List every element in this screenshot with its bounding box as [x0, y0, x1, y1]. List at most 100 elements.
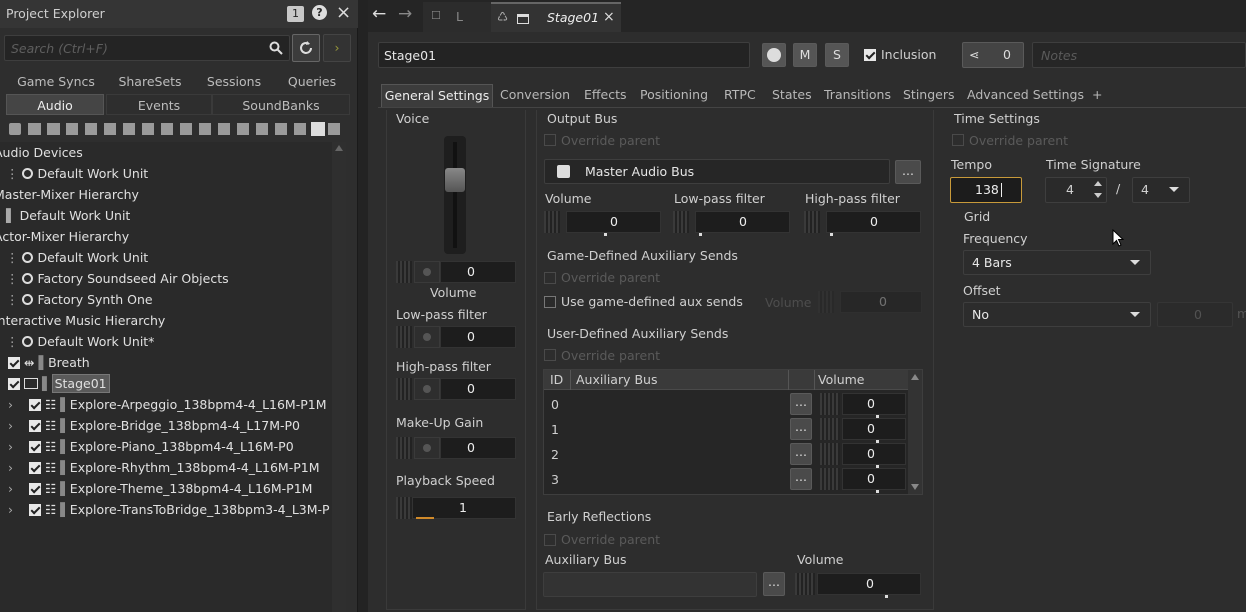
color-button[interactable]: [762, 43, 786, 67]
doc-tab-stage01[interactable]: ♺ Stage01 ×: [491, 2, 621, 32]
tab-positioning[interactable]: Positioning: [640, 84, 708, 108]
use-game-aux-checkbox[interactable]: [544, 296, 556, 308]
tree-item-actor-mixer[interactable]: Actor-Mixer Hierarchy: [0, 226, 129, 247]
makeup-gain-value[interactable]: 0: [440, 437, 516, 459]
game-aux-volume-slider[interactable]: 0: [818, 289, 922, 315]
row-volume-value[interactable]: 0: [842, 468, 906, 490]
tree-item-default-work-unit[interactable]: ▌ Default Work Unit: [6, 205, 130, 226]
voice-highpass-slider[interactable]: 0: [396, 376, 516, 402]
row-browse-button[interactable]: ...: [790, 443, 812, 465]
tree-item-default-work-unit[interactable]: ⋮ Default Work Unit*: [6, 331, 154, 352]
tab-states[interactable]: States: [772, 84, 812, 108]
output-volume-slider[interactable]: 0: [544, 209, 661, 236]
tree-item-default-work-unit[interactable]: ⋮ Default Work Unit: [6, 247, 148, 268]
tab-soundbanks[interactable]: SoundBanks: [212, 94, 350, 115]
row-volume-slider[interactable]: 0: [820, 441, 906, 468]
game-aux-override-checkbox[interactable]: [544, 272, 556, 284]
early-reflections-override-checkbox[interactable]: [544, 534, 556, 546]
row-volume-slider[interactable]: 0: [820, 391, 906, 418]
close-icon[interactable]: ×: [336, 2, 351, 23]
early-volume-slider[interactable]: 0: [795, 571, 921, 598]
output-bus-override-checkbox[interactable]: [544, 134, 556, 146]
tab-general-settings[interactable]: General Settings: [381, 84, 493, 108]
time-sig-numerator[interactable]: 4: [1045, 177, 1107, 203]
tab-sessions[interactable]: Sessions: [194, 71, 274, 92]
segment-checkbox[interactable]: [28, 483, 41, 495]
segment-checkbox[interactable]: [28, 441, 41, 453]
object-name-field[interactable]: Stage01: [378, 42, 750, 68]
tree-item-segment[interactable]: › ☷ ▌Explore-TransToBridge_138bpm3-4_L3M…: [8, 499, 330, 520]
user-aux-override-checkbox[interactable]: [544, 349, 556, 361]
voice-volume-slider[interactable]: 0: [396, 259, 516, 285]
sync-button[interactable]: [292, 34, 320, 62]
fader-handle[interactable]: [445, 168, 465, 192]
table-scrollbar[interactable]: [908, 370, 922, 494]
offset-dropdown[interactable]: No: [963, 302, 1151, 327]
voice-volume-fader[interactable]: [444, 136, 466, 254]
tab-add[interactable]: +: [1092, 84, 1102, 108]
table-row[interactable]: 3 ... 0: [544, 466, 908, 493]
output-bus-browse-button[interactable]: ...: [895, 160, 921, 184]
tab-stingers[interactable]: Stingers: [903, 84, 955, 108]
forward-arrow-icon[interactable]: →: [398, 4, 412, 24]
frequency-dropdown[interactable]: 4 Bars: [963, 250, 1151, 275]
tree-item-stage01[interactable]: ▌ Stage01: [8, 373, 110, 394]
tree-item-master-mixer[interactable]: Master-Mixer Hierarchy: [0, 184, 139, 205]
spin-down-icon[interactable]: [1094, 193, 1102, 198]
voice-lowpass-value[interactable]: 0: [440, 326, 516, 348]
table-row[interactable]: 2 ... 0: [544, 441, 908, 468]
row-volume-value[interactable]: 0: [842, 393, 906, 415]
tree-item-segment[interactable]: › ☷ ▌Explore-Piano_138bpm4-4_L16M-P0: [8, 436, 294, 457]
voice-lowpass-slider[interactable]: 0: [396, 324, 516, 350]
tree-item-soundseed-air[interactable]: ⋮ Factory Soundseed Air Objects: [6, 268, 229, 289]
time-sig-denominator[interactable]: 4: [1132, 177, 1190, 203]
expand-button[interactable]: ›: [323, 34, 351, 62]
output-volume-value[interactable]: 0: [566, 211, 661, 233]
tab-sharesets[interactable]: ShareSets: [106, 71, 194, 92]
row-volume-value[interactable]: 0: [842, 418, 906, 440]
tree-item-segment[interactable]: › ☷ ▌Explore-Bridge_138bpm4-4_L17M-P0: [8, 415, 300, 436]
back-arrow-icon[interactable]: ←: [372, 4, 386, 24]
voice-volume-value[interactable]: 0: [440, 261, 516, 283]
mute-button[interactable]: M: [793, 43, 817, 67]
tab-advanced-settings[interactable]: Advanced Settings: [967, 84, 1084, 108]
row-volume-slider[interactable]: 0: [820, 466, 906, 493]
early-volume-value[interactable]: 0: [817, 573, 921, 595]
tree-item-default-work-unit[interactable]: ⋮ Default Work Unit: [6, 163, 148, 184]
tree-item-segment[interactable]: › ☷ ▌Explore-Theme_138bpm4-4_L16M-P1M: [8, 478, 312, 499]
share-button[interactable]: ⋖ 0: [962, 42, 1024, 68]
tab-transitions[interactable]: Transitions: [824, 84, 891, 108]
tree-item-synth-one[interactable]: ⋮ Factory Synth One: [6, 289, 153, 310]
breath-checkbox[interactable]: [8, 357, 20, 369]
tree-item-segment[interactable]: › ☷ ▌Explore-Rhythm_138bpm4-4_L16M-P1M: [8, 457, 319, 478]
table-row[interactable]: 0 ... 0: [544, 391, 908, 418]
segment-checkbox[interactable]: [28, 504, 41, 516]
output-lowpass-slider[interactable]: 0: [673, 209, 790, 236]
stage01-checkbox[interactable]: [8, 378, 20, 390]
output-bus-field[interactable]: Master Audio Bus: [544, 159, 890, 184]
output-lowpass-value[interactable]: 0: [695, 211, 790, 233]
tree-item-interactive-music[interactable]: Interactive Music Hierarchy: [0, 310, 165, 331]
row-browse-button[interactable]: ...: [790, 468, 812, 490]
segment-checkbox[interactable]: [28, 399, 41, 411]
row-volume-value[interactable]: 0: [842, 443, 906, 465]
playback-speed-value[interactable]: 1: [412, 497, 516, 519]
tab-queries[interactable]: Queries: [276, 71, 348, 92]
explorer-badge[interactable]: 1: [287, 6, 304, 22]
offset-number-input[interactable]: 0: [1157, 302, 1233, 327]
close-tab-icon[interactable]: ×: [603, 9, 615, 25]
search-icon[interactable]: [269, 41, 283, 55]
tree-item-audio-devices[interactable]: Audio Devices: [0, 142, 83, 163]
voice-highpass-value[interactable]: 0: [440, 378, 516, 400]
tab-rtpc[interactable]: RTPC: [724, 84, 756, 108]
toolbar-icons[interactable]: [6, 119, 344, 139]
tree-scrollbar[interactable]: [332, 142, 346, 612]
spin-up-icon[interactable]: [1094, 181, 1102, 186]
solo-button[interactable]: S: [825, 43, 849, 67]
game-aux-volume-value[interactable]: 0: [840, 291, 922, 313]
tab-events[interactable]: Events: [106, 94, 212, 115]
search-input[interactable]: Search (Ctrl+F): [4, 35, 290, 61]
tab-conversion[interactable]: Conversion: [500, 84, 570, 108]
early-aux-browse-button[interactable]: ...: [763, 572, 785, 596]
output-highpass-slider[interactable]: 0: [804, 209, 921, 236]
